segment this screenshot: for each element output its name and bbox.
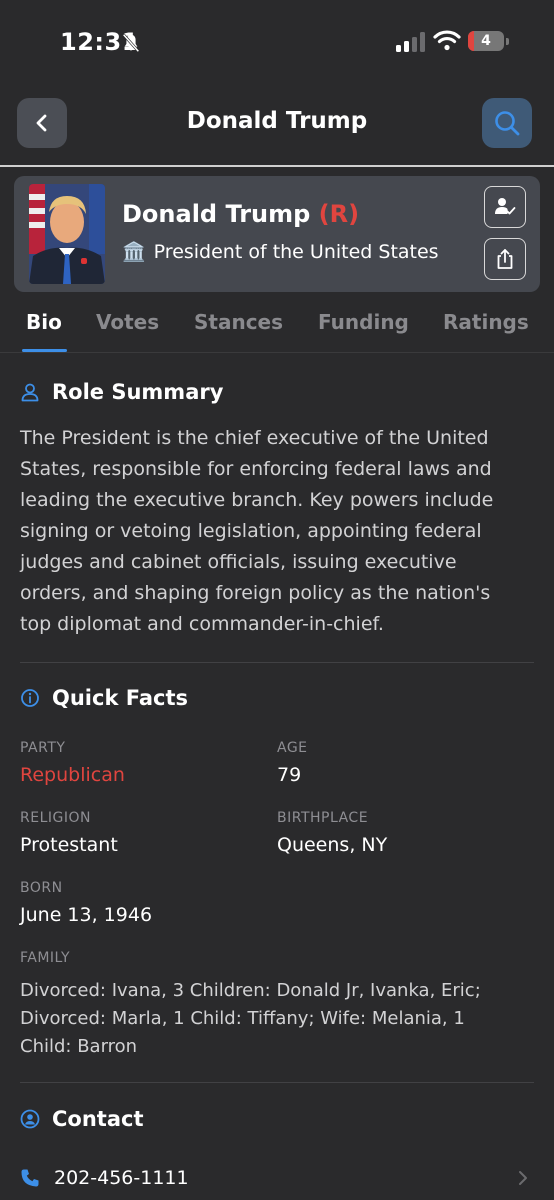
tab-divider [0,352,554,353]
tab-ratings[interactable]: Ratings [443,310,529,334]
user-circle-icon [20,1109,40,1129]
party-tag: (R) [318,200,360,228]
nav-divider [0,165,554,167]
search-icon [495,111,520,136]
follow-button[interactable] [484,186,526,228]
wifi-icon [433,30,461,51]
status-bar: 12:31 4 [0,0,554,80]
phone-row[interactable]: 202-456-1111 [20,1160,534,1196]
age-label: AGE [277,740,308,756]
family-value: Divorced: Ivana, 3 Children: Donald Jr, … [20,980,481,1057]
share-icon [497,249,513,269]
capitol-building-icon: 🏛️ [122,241,146,263]
age-value: 79 [277,764,302,786]
role-summary-text: The President is the chief executive of … [20,427,494,635]
battery-indicator: 4 [468,31,509,51]
page-title: Donald Trump [186,108,368,134]
role-summary-title: Role Summary [52,380,224,404]
birthplace-label: BIRTHPLACE [277,810,369,826]
section-divider [20,662,534,663]
profile-name: Donald Trump (R) [122,200,359,228]
contact-title: Contact [52,1107,144,1131]
office-line: 🏛️ President of the United States [122,240,439,264]
tab-bar: Bio Votes Stances Funding Ratings [0,300,554,352]
info-icon [21,689,39,707]
tab-funding[interactable]: Funding [318,310,409,334]
phone-icon [21,1169,39,1187]
section-divider [20,1082,534,1083]
role-summary-heading: Role Summary [20,380,223,404]
party-value: Republican [20,764,125,786]
family-label: FAMILY [20,950,71,966]
person-icon [21,383,39,402]
phone-number: 202-456-1111 [54,1167,189,1189]
battery-level [468,31,474,51]
profile-name-text: Donald Trump [122,200,311,228]
cellular-signal-icon [396,32,425,52]
party-label: PARTY [20,740,66,756]
office-title: President of the United States [153,240,439,263]
tab-stances[interactable]: Stances [194,310,283,334]
share-button[interactable] [484,238,526,280]
born-value: June 13, 1946 [20,904,153,926]
tab-votes[interactable]: Votes [96,310,159,334]
profile-photo [29,184,105,284]
religion-value: Protestant [20,834,118,856]
birthplace-value: Queens, NY [277,834,388,856]
nav-bar: Donald Trump [0,96,554,152]
bell-muted-icon [122,33,140,53]
profile-card: Donald Trump (R) 🏛️ President of the Uni… [14,176,540,292]
chevron-right-icon [519,1171,527,1185]
quick-facts-heading: Quick Facts [20,686,188,710]
search-button[interactable] [482,98,532,148]
born-label: BORN [20,880,63,896]
person-check-icon [495,198,516,215]
quick-facts-title: Quick Facts [52,686,188,710]
tab-bio[interactable]: Bio [26,310,62,334]
religion-label: RELIGION [20,810,91,826]
contact-heading: Contact [20,1107,144,1131]
battery-percent: 4 [481,33,491,49]
